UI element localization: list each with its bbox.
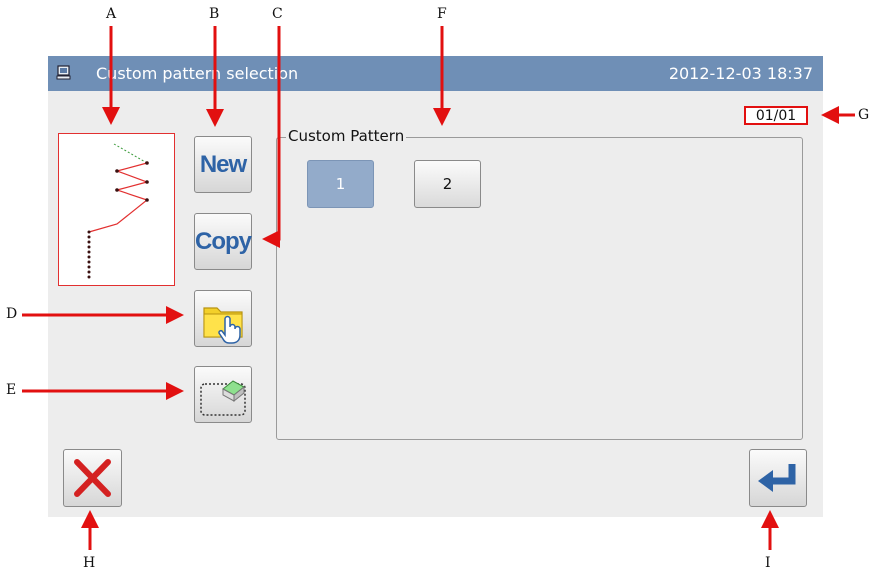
pattern-button-1[interactable]: 1 — [307, 160, 374, 208]
cancel-button[interactable] — [63, 449, 122, 507]
title-bar: Custom pattern selection 2012-12-03 18:3… — [48, 56, 823, 91]
stitch-preview-drawing — [87, 143, 149, 279]
callout-f: F — [437, 6, 447, 22]
new-button[interactable]: New — [194, 136, 252, 193]
callout-h: H — [83, 555, 96, 571]
close-icon — [74, 459, 111, 497]
panel-screen: Custom pattern selection 2012-12-03 18:3… — [48, 56, 823, 517]
eraser-icon — [200, 380, 246, 416]
monitor-icon — [56, 65, 71, 80]
folder-hand-icon — [203, 307, 243, 344]
pattern-button-2[interactable]: 2 — [414, 160, 481, 208]
datetime: 2012-12-03 18:37 — [668, 64, 813, 83]
open-pattern-button[interactable] — [194, 290, 252, 347]
enter-icon — [758, 464, 796, 492]
custom-pattern-group-title: Custom Pattern — [286, 127, 407, 145]
erase-pattern-button[interactable] — [194, 366, 252, 423]
callout-g: G — [858, 107, 870, 123]
callout-c: C — [272, 6, 283, 22]
page-indicator: 01/01 — [744, 106, 808, 125]
copy-button[interactable]: Copy — [194, 213, 252, 270]
callout-e: E — [6, 382, 17, 398]
pattern-preview — [58, 133, 175, 286]
callout-b: B — [209, 6, 220, 22]
window-title: Custom pattern selection — [96, 64, 299, 83]
callout-d: D — [6, 306, 18, 322]
callout-a: A — [106, 6, 117, 22]
callout-i: I — [765, 555, 771, 571]
confirm-button[interactable] — [749, 449, 807, 507]
